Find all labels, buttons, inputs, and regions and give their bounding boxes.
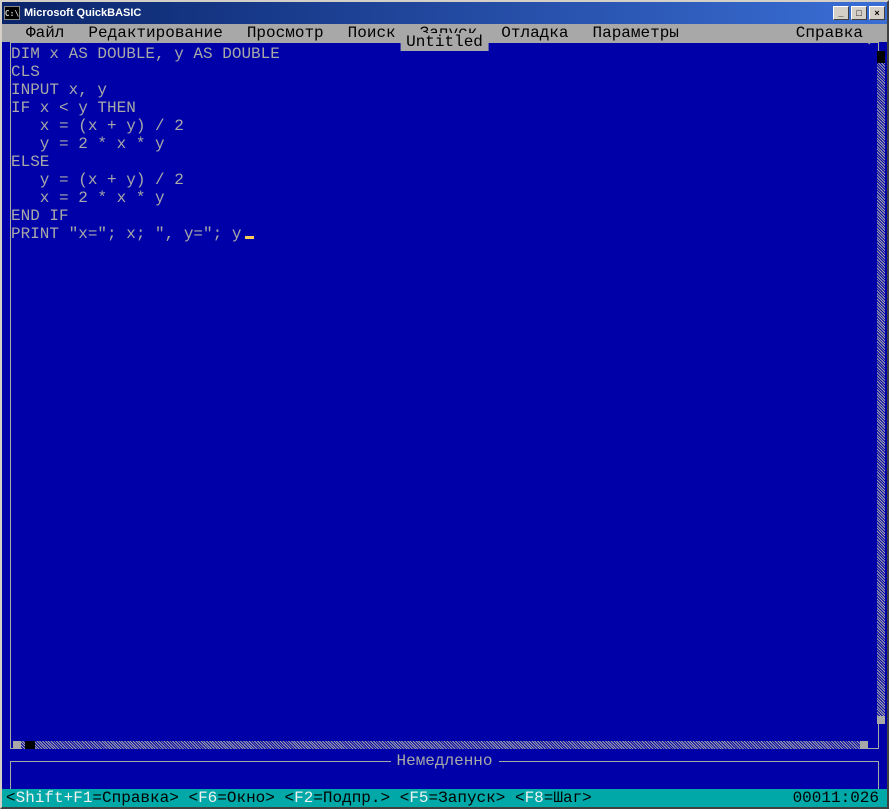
editor-panel: Untitled ↕ DIM x AS DOUBLE, y AS DOUBLEC… [10,42,879,749]
immediate-panel[interactable]: Немедленно [10,761,879,789]
code-line[interactable]: END IF [11,207,874,225]
code-line[interactable]: y = 2 * x * y [11,135,874,153]
code-line[interactable]: INPUT x, y [11,81,874,99]
menu-file[interactable]: Файл [14,24,76,42]
menu-view[interactable]: Просмотр [235,24,336,42]
hotkey: Shift+F1 [16,789,93,807]
app-icon: C:\ [4,6,20,20]
dos-app: Файл Редактирование Просмотр Поиск Запус… [2,24,887,807]
code-line[interactable]: IF x < y THEN [11,99,874,117]
code-line[interactable]: y = (x + y) / 2 [11,171,874,189]
maximize-button[interactable]: □ [851,6,867,20]
code-line[interactable]: x = (x + y) / 2 [11,117,874,135]
maximize-pane-icon[interactable]: ↕ [864,31,874,49]
hotkey: F5 [409,789,428,807]
app-window: C:\ Microsoft QuickBASIC _ □ × Файл Реда… [0,0,889,809]
immediate-title: Немедленно [390,752,498,770]
code-line[interactable]: CLS [11,63,874,81]
code-editor[interactable]: DIM x AS DOUBLE, y AS DOUBLECLSINPUT x, … [11,43,878,748]
menu-options[interactable]: Параметры [580,24,690,42]
hotkey: F2 [294,789,313,807]
code-line[interactable]: x = 2 * x * y [11,189,874,207]
status-hints: <Shift+F1=Справка> <F6=Окно> <F2=Подпр.>… [6,789,793,807]
menu-debug[interactable]: Отладка [489,24,580,42]
text-cursor [245,236,254,239]
window-title: Microsoft QuickBASIC [24,7,833,19]
code-line[interactable]: ELSE [11,153,874,171]
editor-filename: Untitled [400,33,489,51]
hotkey: F6 [198,789,217,807]
vertical-scrollbar[interactable] [877,51,885,724]
close-button[interactable]: × [869,6,885,20]
hotkey: F8 [525,789,544,807]
menu-search[interactable]: Поиск [336,24,408,42]
os-titlebar[interactable]: C:\ Microsoft QuickBASIC _ □ × [2,2,887,24]
window-controls: _ □ × [833,6,885,20]
cursor-position: 00011:026 [793,789,879,807]
menu-help[interactable]: Справка [784,24,875,42]
scrollbar-thumb[interactable] [25,741,35,749]
code-line[interactable]: PRINT "x="; x; ", y="; y [11,225,874,243]
minimize-button[interactable]: _ [833,6,849,20]
menu-edit[interactable]: Редактирование [76,24,234,42]
statusbar: <Shift+F1=Справка> <F6=Окно> <F2=Подпр.>… [2,789,887,807]
horizontal-scrollbar[interactable] [13,741,868,749]
